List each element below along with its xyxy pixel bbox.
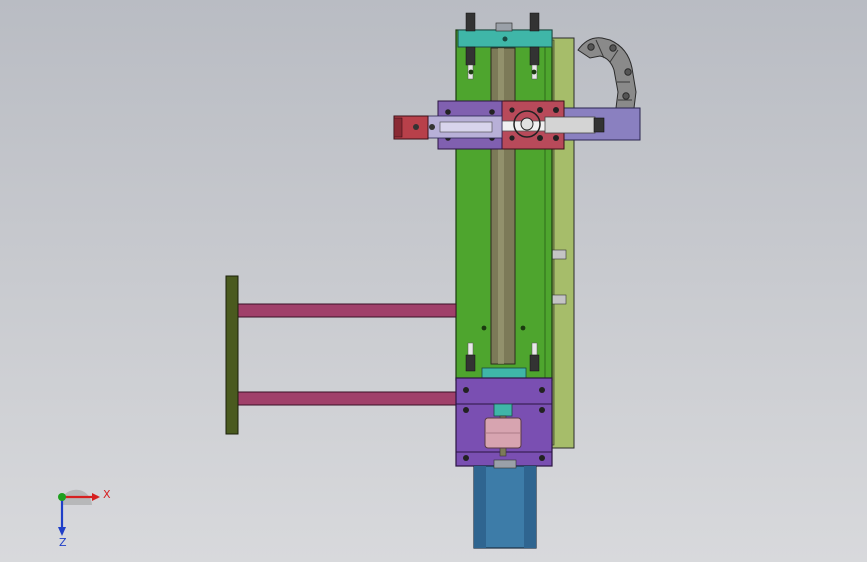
horizontal-rod-lower	[237, 391, 457, 406]
lower-block-bolt	[463, 387, 469, 393]
cable-chain-icon	[577, 37, 637, 109]
carriage-bolt	[509, 135, 515, 141]
back-plate-tab-2	[551, 294, 567, 305]
x-axis-label: X	[103, 488, 111, 501]
column-hole	[520, 325, 526, 331]
axis-triad-icon: X Z	[58, 488, 111, 549]
lower-block-bolt	[463, 407, 469, 413]
left-cylinder-slot	[439, 121, 493, 133]
lower-block-bolt	[539, 455, 545, 461]
cylinder-body-grey	[544, 116, 596, 134]
back-vertical-plate	[551, 37, 575, 449]
cylinder-port	[429, 124, 435, 130]
cylinder-end-cap	[593, 117, 605, 133]
carriage-bolt	[537, 107, 543, 113]
lower-block-bolt	[539, 387, 545, 393]
guide-rod-highlight	[498, 48, 504, 364]
cylinder-port	[413, 124, 419, 130]
top-stub	[495, 22, 513, 32]
servo-motor-icon	[473, 459, 537, 549]
column-hole	[481, 325, 487, 331]
top-plate-hole	[502, 36, 508, 42]
column-hole	[468, 69, 474, 75]
carriage-bolt	[553, 135, 559, 141]
lower-block-bolt	[539, 407, 545, 413]
column-hole	[531, 69, 537, 75]
bearing-ring-inner	[520, 117, 534, 131]
carriage-bolt	[489, 109, 495, 115]
shaft-collar	[493, 403, 513, 417]
rod-base-collar	[481, 367, 527, 379]
horizontal-rod-upper	[237, 303, 457, 318]
carriage-bolt	[553, 107, 559, 113]
back-plate-tab-1	[551, 249, 567, 260]
red-cylinder-cap	[393, 117, 403, 138]
z-axis-label: Z	[59, 536, 67, 549]
end-plate	[225, 275, 239, 435]
assembly-drawing: X Z	[58, 12, 641, 549]
carriage-bolt	[509, 107, 515, 113]
carriage-bolt	[537, 135, 543, 141]
lower-block-bolt	[463, 455, 469, 461]
cad-viewport[interactable]: X Z	[0, 0, 867, 562]
carriage-bolt	[445, 109, 451, 115]
